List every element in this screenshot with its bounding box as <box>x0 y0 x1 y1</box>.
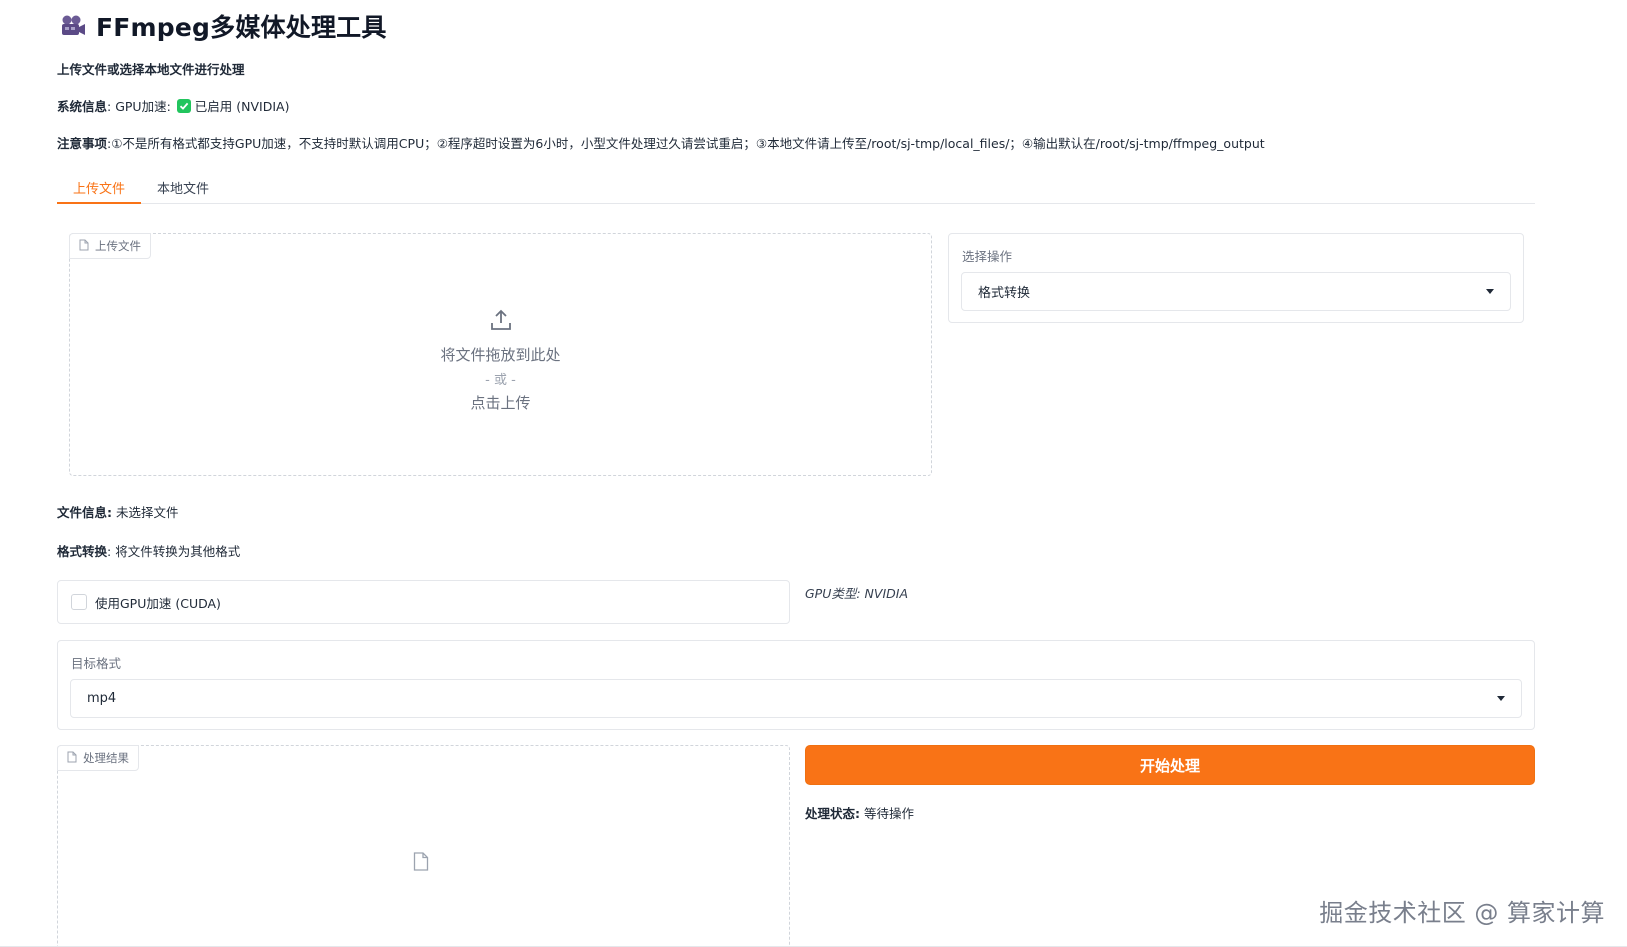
tab-local-file[interactable]: 本地文件 <box>141 172 225 204</box>
notice-text: :①不是所有格式都支持GPU加速，不支持时默认调用CPU；②程序超时设置为6小时… <box>107 136 1265 151</box>
file-upload-dropzone[interactable]: 上传文件 将文件拖放到此处 - 或 - 点击上传 <box>69 233 932 476</box>
file-info-value: 未选择文件 <box>112 505 179 520</box>
watermark: 掘金技术社区 @ 算家计算 <box>1319 899 1605 927</box>
upload-prompt: 将文件拖放到此处 - 或 - 点击上传 <box>70 308 931 413</box>
status-value: 等待操作 <box>860 806 914 821</box>
gpu-accel-checkbox[interactable] <box>71 594 87 610</box>
notice-label: 注意事项 <box>57 136 108 151</box>
movie-camera-icon <box>58 12 86 40</box>
page-title: FFmpeg多媒体处理工具 <box>96 13 387 42</box>
file-icon <box>79 239 89 254</box>
target-format-panel: 目标格式 mp4 <box>57 640 1535 730</box>
chevron-down-icon <box>1497 696 1505 701</box>
operation-label: 选择操作 <box>962 249 1013 264</box>
file-info-label: 文件信息: <box>57 505 112 520</box>
chevron-down-icon <box>1486 289 1494 294</box>
system-info: 系统信息: GPU加速: 已启用 (NVIDIA) <box>57 99 290 114</box>
format-convert-desc: 格式转换: 将文件转换为其他格式 <box>57 544 241 559</box>
gpu-status: 已启用 (NVIDIA) <box>194 99 290 114</box>
notice: 注意事项:①不是所有格式都支持GPU加速，不支持时默认调用CPU；②程序超时设置… <box>57 133 1265 152</box>
processing-status: 处理状态: 等待操作 <box>805 803 914 822</box>
click-upload-text[interactable]: 点击上传 <box>70 392 931 413</box>
tab-bar: 上传文件 本地文件 <box>57 172 1535 204</box>
app-header: FFmpeg多媒体处理工具 <box>58 8 387 44</box>
start-processing-button[interactable]: 开始处理 <box>805 745 1535 785</box>
format-convert-label: 格式转换 <box>57 544 108 559</box>
system-info-label: 系统信息 <box>57 99 108 114</box>
empty-file-icon <box>413 852 429 875</box>
gpu-accel-option[interactable]: 使用GPU加速 (CUDA) <box>57 580 790 624</box>
upload-label: 上传文件 <box>69 233 151 259</box>
result-label: 处理结果 <box>57 745 139 771</box>
target-format-label: 目标格式 <box>71 656 122 671</box>
or-text: - 或 - <box>485 373 516 388</box>
check-icon <box>176 99 191 113</box>
operation-select[interactable]: 格式转换 <box>961 272 1511 311</box>
target-format-select[interactable]: mp4 <box>70 679 1522 718</box>
file-info: 文件信息: 未选择文件 <box>57 502 178 521</box>
file-icon <box>67 751 77 766</box>
upload-icon <box>489 309 513 336</box>
result-output-box: 处理结果 <box>57 745 790 947</box>
status-label: 处理状态: <box>805 806 860 821</box>
page-subtitle: 上传文件或选择本地文件进行处理 <box>57 62 245 77</box>
operation-panel: 选择操作 格式转换 <box>948 233 1524 323</box>
drop-text: 将文件拖放到此处 <box>440 346 561 364</box>
gpu-accel-label: 使用GPU加速 (CUDA) <box>95 595 221 611</box>
tab-upload-file[interactable]: 上传文件 <box>57 172 142 204</box>
gpu-type-text: GPU类型: NVIDIA <box>805 586 909 601</box>
